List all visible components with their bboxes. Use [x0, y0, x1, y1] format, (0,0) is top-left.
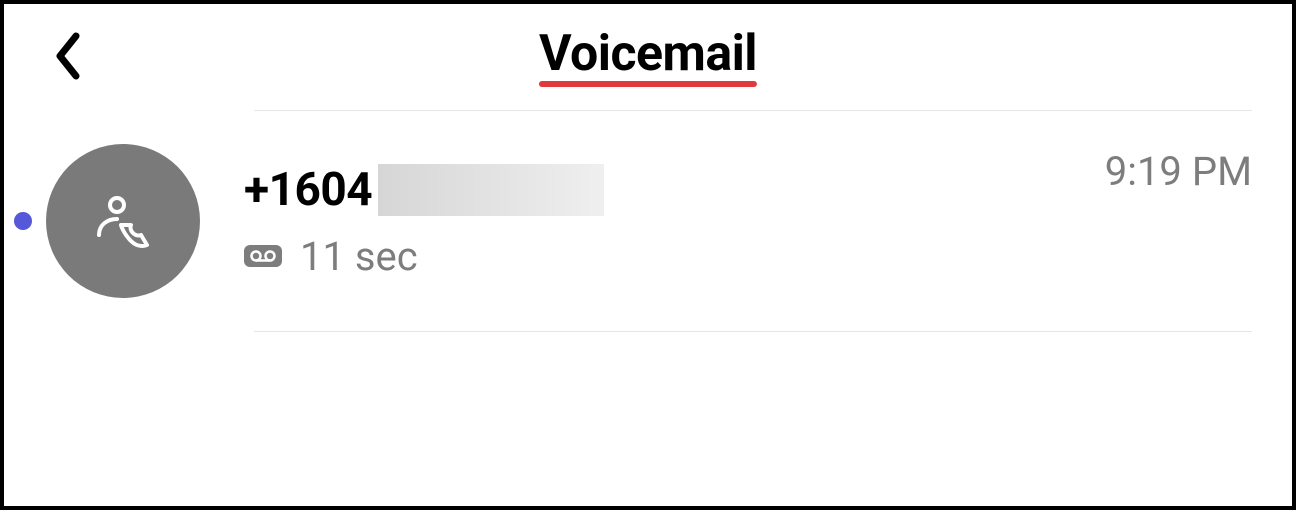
page-title: Voicemail	[539, 25, 757, 83]
voicemail-tape-icon	[244, 245, 282, 267]
divider	[254, 110, 1252, 111]
missed-call-person-icon	[87, 185, 159, 257]
unread-indicator	[14, 212, 32, 230]
voicemail-time: 9:19 PM	[1105, 148, 1252, 195]
voicemail-list: +1604 11 sec 9:19 PM	[4, 110, 1292, 332]
divider	[254, 331, 1252, 332]
voicemail-duration: 11 sec	[300, 233, 418, 280]
voicemail-info: +1604 11 sec	[244, 163, 1105, 280]
caller-id-row: +1604	[244, 163, 1105, 217]
chevron-left-icon	[54, 32, 82, 80]
caller-phone-prefix: +1604	[244, 163, 372, 217]
voicemail-row[interactable]: +1604 11 sec 9:19 PM	[4, 110, 1292, 332]
back-button[interactable]	[44, 32, 92, 80]
caller-avatar	[46, 144, 200, 298]
duration-row: 11 sec	[244, 233, 1105, 280]
caller-phone-redacted	[378, 164, 604, 216]
header: Voicemail	[4, 4, 1292, 98]
page-title-wrap: Voicemail	[539, 25, 757, 87]
